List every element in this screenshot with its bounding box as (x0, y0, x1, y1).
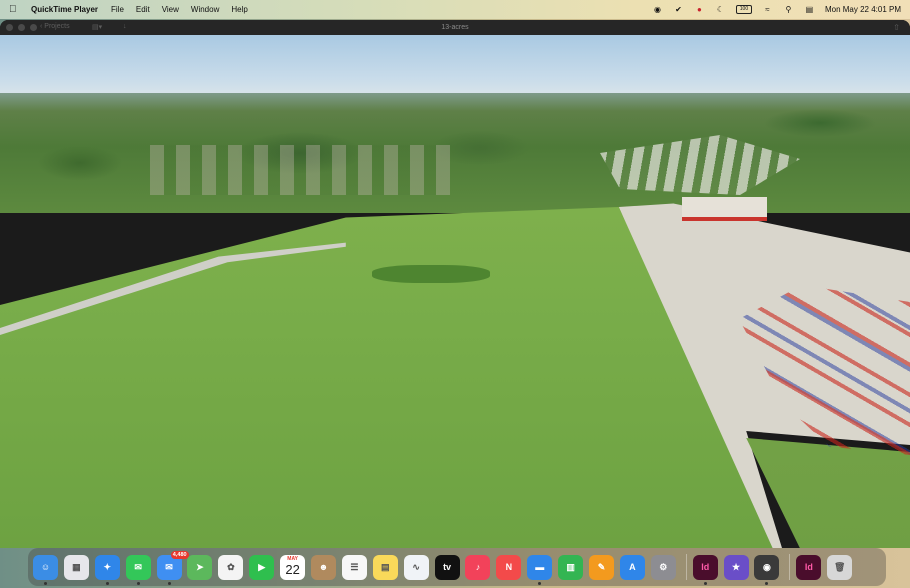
dock-pages-icon[interactable]: ✎ (589, 554, 615, 580)
dock-launchpad-icon[interactable]: ▦ (63, 554, 89, 580)
share-icon[interactable]: ⇧ (893, 23, 900, 32)
dock-music-icon[interactable]: ♪ (465, 554, 491, 580)
control-center-icon[interactable]: ▤ (804, 5, 815, 15)
dock-app-glyph: ★ (732, 561, 741, 572)
dock-numbers-icon[interactable]: ▥ (558, 554, 584, 580)
dock-calendar-icon[interactable]: MAY 22 (280, 554, 306, 580)
vpn-icon[interactable]: ◉ (652, 5, 663, 15)
dock-safari-icon[interactable]: ✦ (94, 554, 120, 585)
running-indicator (765, 581, 769, 585)
dock-app-glyph: ✉ (165, 561, 173, 572)
running-indicator (105, 581, 109, 585)
apple-menu-icon[interactable]:  (9, 0, 19, 19)
dock-app-glyph: ∿ (412, 561, 420, 572)
mail-unread-badge: 4,480 (170, 550, 189, 559)
dock-keynote-icon[interactable]: ▬ (527, 554, 553, 585)
video-sky (0, 35, 910, 98)
wifi-icon[interactable]: ≈ (762, 5, 773, 15)
dock-contacts-icon[interactable]: ☻ (311, 554, 337, 580)
menu-bar:  QuickTime Player File Edit View Window… (0, 0, 910, 19)
dock-app-glyph: ☻ (318, 562, 329, 572)
dock-news-icon[interactable]: N (496, 554, 522, 580)
dock-app-glyph: ☺ (40, 562, 51, 572)
dock-mail-icon[interactable]: ✉ 4,480 (156, 550, 189, 585)
dock-app-glyph: ☰ (350, 561, 359, 572)
running-indicator (703, 581, 707, 585)
calendar-day: 22 (285, 561, 300, 577)
quicktime-window: ‹ Projects ▤▾ ↓ 13-acres ⇧ (0, 20, 910, 548)
dock-app-glyph: ◉ (763, 561, 771, 572)
dock-app-glyph: 🗑 (834, 561, 846, 572)
dock-app-store-icon[interactable]: A (619, 554, 645, 580)
dock-app-glyph: ✦ (103, 561, 112, 572)
dock-finder-icon[interactable]: ☺ (33, 554, 58, 585)
menu-file[interactable]: File (111, 5, 124, 14)
menu-clock[interactable]: Mon May 22 4:01 PM (825, 5, 901, 14)
dock-maps-icon[interactable]: ➤ (187, 554, 213, 580)
dock-app-glyph: ▬ (535, 562, 545, 572)
dock-app-glyph: Id (701, 562, 710, 572)
status-area: ◉ ✔ ● ☾ 100 ≈ ⚲ ▤ Mon May 22 4:01 PM (652, 0, 910, 19)
menu-help[interactable]: Help (231, 5, 247, 14)
tool-icon[interactable]: ✔ (673, 5, 684, 15)
menu-window[interactable]: Window (191, 5, 219, 14)
dock-app-glyph: tv (443, 562, 452, 572)
dock-app-glyph: ▥ (566, 561, 575, 572)
dock-messages-icon[interactable]: ✉ (125, 554, 151, 585)
dock-separator (685, 554, 687, 580)
dock-notes-icon[interactable]: ▤ (372, 554, 398, 580)
dock-app-glyph: ⚙ (659, 561, 668, 572)
dock-quicktime-player-icon[interactable]: ◉ (754, 554, 780, 585)
dock-separator (789, 554, 791, 580)
window-title: 13-acres (441, 24, 469, 31)
dock-app-glyph: ➤ (196, 561, 204, 572)
creative-cloud-icon[interactable]: ● (694, 5, 705, 15)
dock-app-glyph: N (505, 562, 513, 572)
dock-photos-icon[interactable]: ✿ (218, 554, 244, 580)
dock-app-glyph: ✿ (227, 561, 235, 572)
dock-app-glyph: Id (804, 562, 813, 572)
dock-system-settings-icon[interactable]: ⚙ (650, 554, 676, 580)
dock-app-glyph: ✉ (134, 561, 142, 572)
video-shrubs (372, 265, 490, 283)
dock-app-glyph: A (629, 562, 636, 572)
running-indicator (538, 581, 542, 585)
dock-trash-icon[interactable]: 🗑 (827, 554, 853, 580)
dock-app-glyph: ▤ (381, 561, 390, 572)
running-indicator (167, 581, 171, 585)
battery-icon[interactable]: 100 (735, 5, 752, 14)
running-indicator (136, 581, 140, 585)
menu-edit[interactable]: Edit (136, 5, 150, 14)
focus-moon-icon[interactable]: ☾ (715, 5, 726, 15)
dock-app-glyph: ♪ (475, 562, 481, 572)
spotlight-search-icon[interactable]: ⚲ (783, 5, 794, 15)
dock-app-glyph: ✎ (597, 561, 606, 572)
dock-indesign-document-icon[interactable]: Id (796, 554, 822, 580)
dock-imovie-icon[interactable]: ★ (723, 554, 749, 580)
dock: ☺ ▦ ✦ ✉ ✉ 4,480 ➤ ✿ ▶ MAY 22 ☻ ☰ ▤ ∿ tv ♪ N ▬ ▥ ✎ A ⚙ Id ★ ◉ Id 🗑 (28, 548, 886, 586)
window-titlebar: ‹ Projects ▤▾ ↓ 13-acres ⇧ (0, 20, 910, 35)
dock-freeform-icon[interactable]: ∿ (403, 554, 429, 580)
dock-app-glyph: ▦ (72, 561, 81, 572)
dock-indesign-icon[interactable]: Id (692, 554, 718, 585)
dock-reminders-icon[interactable]: ☰ (341, 554, 367, 580)
running-indicator (44, 581, 47, 585)
video-building (682, 197, 767, 221)
dock-apple-tv-icon[interactable]: tv (434, 554, 460, 580)
video-frame[interactable] (0, 35, 910, 548)
app-menu-name[interactable]: QuickTime Player (31, 5, 98, 14)
dock-app-glyph: ▶ (258, 561, 266, 572)
video-houses-left (150, 145, 450, 195)
menu-view[interactable]: View (162, 5, 179, 14)
dock-facetime-icon[interactable]: ▶ (249, 554, 275, 580)
